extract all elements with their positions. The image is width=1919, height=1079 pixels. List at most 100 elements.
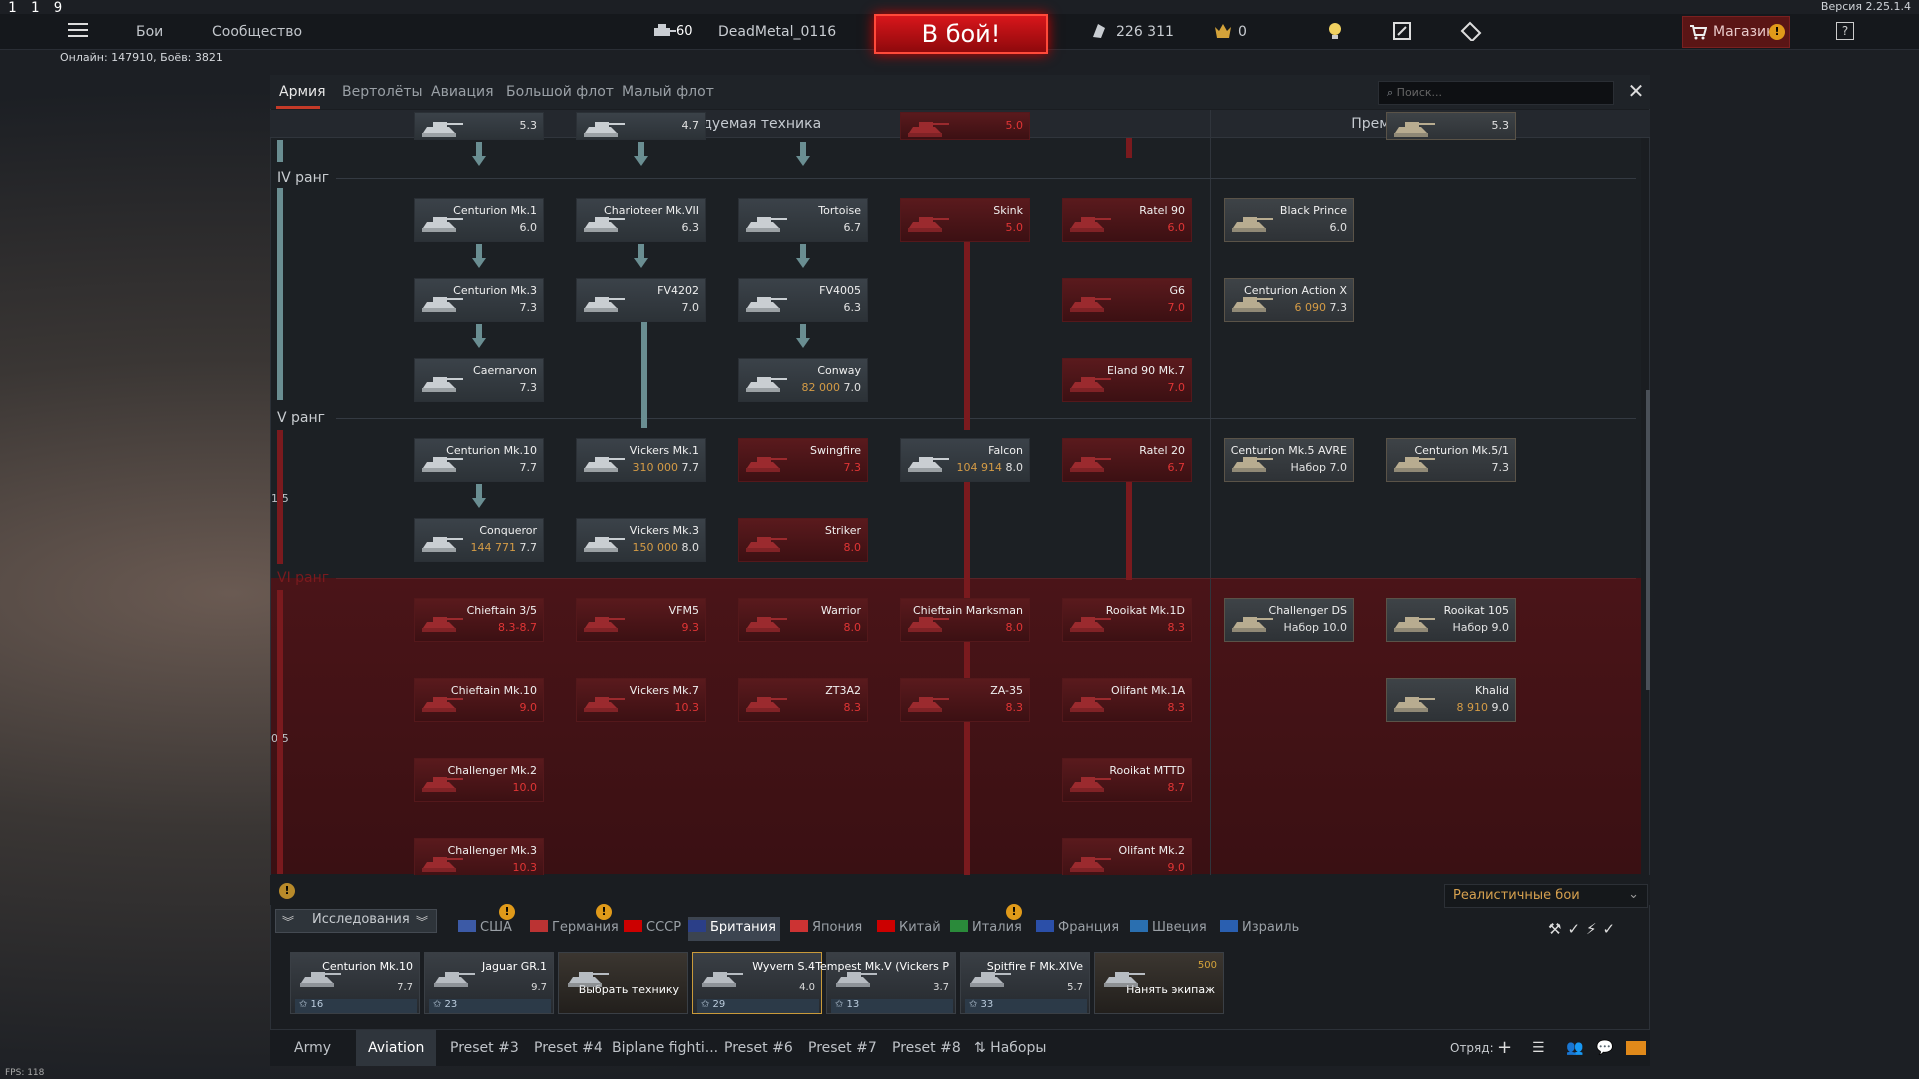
tab-aviation[interactable]: Авиация <box>431 84 494 100</box>
vehicle-card[interactable]: Skink 5.0 <box>900 198 1030 242</box>
nation-tab[interactable]: Япония <box>790 920 862 935</box>
vehicle-card[interactable]: Swingfire 7.3 <box>738 438 868 482</box>
vehicle-card[interactable]: Olifant Mk.1A 8.3 <box>1062 678 1192 722</box>
crew-slot[interactable]: Выбрать технику <box>558 952 688 1014</box>
to-battle-button[interactable]: В бой! <box>874 14 1048 54</box>
vehicle-card[interactable]: Vickers Mk.7 10.3 <box>576 678 706 722</box>
nation-tab[interactable]: Британия <box>688 920 776 935</box>
chat-icon[interactable]: 💬 <box>1596 1040 1613 1056</box>
menu-battles[interactable]: Бои <box>136 24 163 40</box>
vehicle-card[interactable]: Tortoise 6.7 <box>738 198 868 242</box>
expand-icon[interactable]: ︾ <box>416 913 428 930</box>
vehicle-card[interactable]: ZA-35 8.3 <box>900 678 1030 722</box>
preset-tab[interactable]: Preset #8 <box>892 1040 961 1056</box>
vehicle-name: Vickers Mk.1 <box>629 444 699 457</box>
preset-tab[interactable]: Preset #7 <box>808 1040 877 1056</box>
crew-slot[interactable]: Centurion Mk.10 7.7 ✩ 16 <box>290 952 420 1014</box>
lightbulb-icon[interactable] <box>1326 21 1344 41</box>
preset-tab[interactable]: ⇅ Наборы <box>974 1040 1046 1056</box>
nation-tab[interactable]: Франция <box>1036 920 1119 935</box>
vehicle-card[interactable]: Ratel 20 6.7 <box>1062 438 1192 482</box>
vehicle-card[interactable]: Eland 90 Mk.7 7.0 <box>1062 358 1192 402</box>
crew-slot[interactable]: Jaguar GR.1 9.7 ✩ 23 <box>424 952 554 1014</box>
nation-tab[interactable]: Израиль <box>1220 920 1299 935</box>
vehicle-card[interactable]: Charioteer Mk.VII 6.3 <box>576 198 706 242</box>
crew-slot[interactable]: Wyvern S.4 4.0 ✩ 29 <box>692 952 822 1014</box>
collapse-icon[interactable]: ︾ <box>282 913 294 930</box>
vehicle-card[interactable]: Centurion Action X 6 090 7.3 <box>1224 278 1354 322</box>
vehicle-card[interactable]: FV4005 6.3 <box>738 278 868 322</box>
tab-army[interactable]: Армия <box>279 84 326 100</box>
vehicle-card[interactable]: Conqueror 144 771 7.7 <box>414 518 544 562</box>
crew-slot[interactable]: Spitfire F Mk.XIVe 5.7 ✩ 33 <box>960 952 1090 1014</box>
vehicle-card[interactable]: ZT3A2 8.3 <box>738 678 868 722</box>
vehicle-card[interactable]: Ratel 90 6.0 <box>1062 198 1192 242</box>
nation-tab[interactable]: США <box>458 920 512 935</box>
game-mode-select[interactable]: Реалистичные бои ⌄ <box>1444 884 1648 908</box>
vehicle-card[interactable]: Vickers Mk.3 150 000 8.0 <box>576 518 706 562</box>
crew-tools-icons[interactable]: ⚒✓⚡✓ <box>1548 920 1648 938</box>
vehicle-card[interactable]: Chieftain 3/5 8.3-8.7 <box>414 598 544 642</box>
preset-tab[interactable]: Biplane fighti... <box>612 1040 718 1056</box>
battle-pass-icon[interactable] <box>1392 21 1412 41</box>
nation-tab[interactable]: СССР <box>624 920 681 935</box>
search-input[interactable]: ⌕ Поиск... <box>1378 81 1614 105</box>
shop-button[interactable]: Магазин ! <box>1682 16 1790 48</box>
add-squad-icon[interactable]: + <box>1497 1037 1512 1058</box>
vehicle-card[interactable]: 5.0 <box>900 112 1030 140</box>
crew-slot[interactable]: Нанять экипаж 500 <box>1094 952 1224 1014</box>
nation-tab[interactable]: Германия <box>530 920 619 935</box>
vehicle-card[interactable]: Challenger Mk.2 10.0 <box>414 758 544 802</box>
vehicle-card[interactable]: Black Prince 6.0 <box>1224 198 1354 242</box>
vehicle-card[interactable]: Challenger DS Набор 10.0 <box>1224 598 1354 642</box>
vehicle-card[interactable]: Vickers Mk.1 310 000 7.7 <box>576 438 706 482</box>
mail-icon[interactable] <box>1626 1041 1646 1055</box>
vehicle-card[interactable]: VFM5 9.3 <box>576 598 706 642</box>
vehicle-card[interactable]: Warrior 8.0 <box>738 598 868 642</box>
close-icon[interactable]: ✕ <box>1624 80 1648 104</box>
vehicle-card[interactable]: 4.7 <box>576 112 706 140</box>
vehicle-card[interactable]: Chieftain Mk.10 9.0 <box>414 678 544 722</box>
vehicle-card[interactable]: Centurion Mk.3 7.3 <box>414 278 544 322</box>
vehicle-card[interactable]: Caernarvon 7.3 <box>414 358 544 402</box>
coupon-icon[interactable] <box>1460 21 1482 41</box>
vehicle-card[interactable]: G6 7.0 <box>1062 278 1192 322</box>
vehicle-card[interactable]: Centurion Mk.10 7.7 <box>414 438 544 482</box>
tree-scrollbar[interactable] <box>1646 390 1650 690</box>
slot-vehicle-icon <box>565 963 611 991</box>
help-icon[interactable]: ? <box>1836 22 1854 40</box>
player-name[interactable]: DeadMetal_0116 <box>718 24 836 40</box>
tab-coastal-fleet[interactable]: Малый флот <box>622 84 714 100</box>
crew-slot[interactable]: Tempest Mk.V (Vickers P 3.7 ✩ 13 <box>815 952 956 1014</box>
preset-tab[interactable]: Army <box>294 1040 331 1056</box>
vehicle-card[interactable]: Rooikat Mk.1D 8.3 <box>1062 598 1192 642</box>
list-icon[interactable]: ☰ <box>1532 1040 1545 1056</box>
vehicle-card[interactable]: Centurion Mk.5 AVRE Набор 7.0 <box>1224 438 1354 482</box>
vehicle-card[interactable]: Rooikat MTTD 8.7 <box>1062 758 1192 802</box>
preset-tab[interactable]: Aviation <box>368 1040 424 1056</box>
vehicle-card[interactable]: 5.3 <box>1386 112 1516 140</box>
research-button[interactable]: Исследования <box>275 909 437 933</box>
vehicle-card[interactable]: Centurion Mk.5/1 7.3 <box>1386 438 1516 482</box>
friends-icon[interactable]: 👥 <box>1566 1040 1583 1056</box>
preset-tab[interactable]: Preset #4 <box>534 1040 603 1056</box>
tab-helicopters[interactable]: Вертолёты <box>342 84 423 100</box>
hamburger-menu-icon[interactable] <box>68 22 88 38</box>
vehicle-card[interactable]: Falcon 104 914 8.0 <box>900 438 1030 482</box>
vehicle-card[interactable]: Chieftain Marksman 8.0 <box>900 598 1030 642</box>
vehicle-card[interactable]: FV4202 7.0 <box>576 278 706 322</box>
nation-tab[interactable]: Швеция <box>1130 920 1207 935</box>
vehicle-card[interactable]: Rooikat 105 Набор 9.0 <box>1386 598 1516 642</box>
preset-tab[interactable]: Preset #6 <box>724 1040 793 1056</box>
preset-tab[interactable]: Preset #3 <box>450 1040 519 1056</box>
vehicle-card[interactable]: Centurion Mk.1 6.0 <box>414 198 544 242</box>
nation-tab[interactable]: Италия <box>950 920 1022 935</box>
menu-community[interactable]: Сообщество <box>212 24 302 40</box>
vehicle-card[interactable]: Conway 82 000 7.0 <box>738 358 868 402</box>
achievement-icon[interactable]: ! <box>279 883 295 899</box>
vehicle-card[interactable]: Khalid 8 910 9.0 <box>1386 678 1516 722</box>
tab-bluewater-fleet[interactable]: Большой флот <box>506 84 614 100</box>
nation-tab[interactable]: Китай <box>877 920 941 935</box>
vehicle-card[interactable]: 5.3 <box>414 112 544 140</box>
vehicle-card[interactable]: Striker 8.0 <box>738 518 868 562</box>
